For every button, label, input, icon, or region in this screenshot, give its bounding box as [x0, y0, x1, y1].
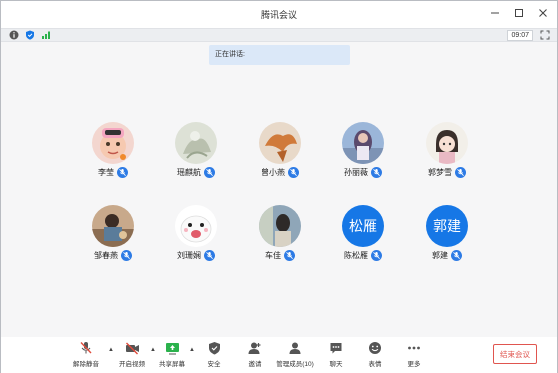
participant-name: 车佳: [265, 250, 281, 260]
signal-icon[interactable]: [41, 30, 51, 40]
chat-icon: [328, 340, 344, 356]
shield-icon[interactable]: [25, 30, 35, 40]
chat-label: 聊天: [329, 361, 343, 368]
avatar: [92, 205, 134, 247]
avatar: [342, 122, 384, 164]
end-meeting-button[interactable]: 结束会议: [493, 344, 537, 364]
camera-off-icon: [124, 340, 140, 356]
participant-tile[interactable]: 邹春燕: [73, 205, 153, 275]
maximize-icon: [515, 9, 523, 17]
share-screen-button[interactable]: 共享屏幕: [157, 340, 187, 370]
participant-tile[interactable]: 瑶麒航: [156, 122, 236, 192]
participant-name-row: 车佳: [240, 249, 320, 261]
participant-name: 郭梦雪: [428, 167, 452, 177]
microphone-icon: [371, 249, 382, 261]
avatar: [259, 122, 301, 164]
reactions-label: 表情: [368, 361, 382, 368]
microphone-icon: [117, 166, 128, 178]
participant-tile[interactable]: 郭建 郭建: [407, 205, 487, 275]
participant-name: 刘珊娴: [177, 250, 201, 260]
smiley-icon: [367, 340, 383, 356]
participant-tile[interactable]: 郭梦雪: [407, 122, 487, 192]
share-screen-icon: [164, 340, 180, 356]
info-bar: 09:07: [1, 28, 557, 42]
minimize-icon: [491, 12, 499, 14]
meeting-timer: 09:07: [507, 30, 533, 41]
participant-name-row: 邹春燕: [73, 249, 153, 261]
add-user-icon: [247, 340, 263, 356]
shield-icon: [206, 340, 222, 356]
close-icon: [539, 9, 547, 17]
more-button[interactable]: 更多: [401, 340, 427, 370]
chevron-up-icon[interactable]: ▲: [189, 347, 195, 353]
participant-tile[interactable]: 车佳: [240, 205, 320, 275]
members-icon: [287, 340, 303, 356]
participant-name-row: 郭梦雪: [407, 166, 487, 178]
window-title: 腾讯会议: [260, 10, 297, 20]
info-icon[interactable]: [9, 30, 19, 40]
chat-button[interactable]: 聊天: [323, 340, 349, 370]
participant-name: 邹春燕: [94, 250, 118, 260]
avatar: 郭建: [426, 205, 468, 247]
participant-name-row: 陈松雁: [323, 249, 403, 261]
title-bar: 腾讯会议: [1, 1, 557, 28]
microphone-muted-icon: [78, 340, 94, 356]
start-video-button[interactable]: 开启视频: [117, 340, 147, 370]
window-controls: [489, 7, 549, 19]
chevron-up-icon[interactable]: ▲: [150, 347, 156, 353]
avatar: [175, 205, 217, 247]
microphone-icon: [371, 166, 382, 178]
microphone-icon: [451, 249, 462, 261]
more-dots-icon: [406, 340, 422, 356]
meeting-toolbar: 解除静音 ▲ 开启视频 ▲ 共享屏幕 ▲ 安全 邀请 管理成员(10) 聊天 表…: [1, 337, 557, 373]
minimize-button[interactable]: [489, 7, 501, 19]
microphone-icon: [455, 166, 466, 178]
start-video-label: 开启视频: [119, 361, 145, 368]
participant-tile[interactable]: 孙丽薇: [323, 122, 403, 192]
participant-tile[interactable]: 松雁 陈松雁: [323, 205, 403, 275]
participant-name-row: 瑶麒航: [156, 166, 236, 178]
microphone-icon: [288, 166, 299, 178]
participant-name-row: 李莹: [73, 166, 153, 178]
microphone-icon: [284, 249, 295, 261]
participant-name: 李莹: [98, 167, 114, 177]
participant-tile[interactable]: 李莹: [73, 122, 153, 192]
manage-members-button[interactable]: 管理成员(10): [274, 340, 316, 370]
unmute-button[interactable]: 解除静音: [71, 340, 101, 370]
avatar: [92, 122, 134, 164]
speaking-indicator: 正在讲话:: [209, 45, 350, 65]
fullscreen-icon[interactable]: [540, 30, 550, 40]
invite-label: 邀请: [248, 361, 262, 368]
manage-members-label: 管理成员(10): [276, 361, 314, 368]
participant-name: 郭建: [432, 250, 448, 260]
microphone-icon: [204, 166, 215, 178]
participant-name: 孙丽薇: [344, 167, 368, 177]
avatar: 松雁: [342, 205, 384, 247]
participant-tile[interactable]: 曾小燕: [240, 122, 320, 192]
close-button[interactable]: [537, 7, 549, 19]
reactions-button[interactable]: 表情: [362, 340, 388, 370]
chevron-up-icon[interactable]: ▲: [108, 347, 114, 353]
security-button[interactable]: 安全: [201, 340, 227, 370]
meeting-window: 腾讯会议 09:07 正在讲话: 李莹 瑶麒航 曾小燕 孙丽薇 郭梦雪 邹春燕 …: [0, 0, 558, 373]
avatar: [426, 122, 468, 164]
participant-name-row: 刘珊娴: [156, 249, 236, 261]
security-label: 安全: [207, 361, 221, 368]
participant-name-row: 郭建: [407, 249, 487, 261]
more-label: 更多: [407, 361, 421, 368]
microphone-icon: [121, 249, 132, 261]
microphone-icon: [204, 249, 215, 261]
share-screen-label: 共享屏幕: [159, 361, 185, 368]
unmute-label: 解除静音: [73, 361, 99, 368]
avatar: [259, 205, 301, 247]
participant-tile[interactable]: 刘珊娴: [156, 205, 236, 275]
avatar: [175, 122, 217, 164]
invite-button[interactable]: 邀请: [242, 340, 268, 370]
participant-name: 瑶麒航: [177, 167, 201, 177]
participant-name: 陈松雁: [344, 250, 368, 260]
participant-name-row: 曾小燕: [240, 166, 320, 178]
maximize-button[interactable]: [513, 7, 525, 19]
participant-name-row: 孙丽薇: [323, 166, 403, 178]
participant-name: 曾小燕: [261, 167, 285, 177]
